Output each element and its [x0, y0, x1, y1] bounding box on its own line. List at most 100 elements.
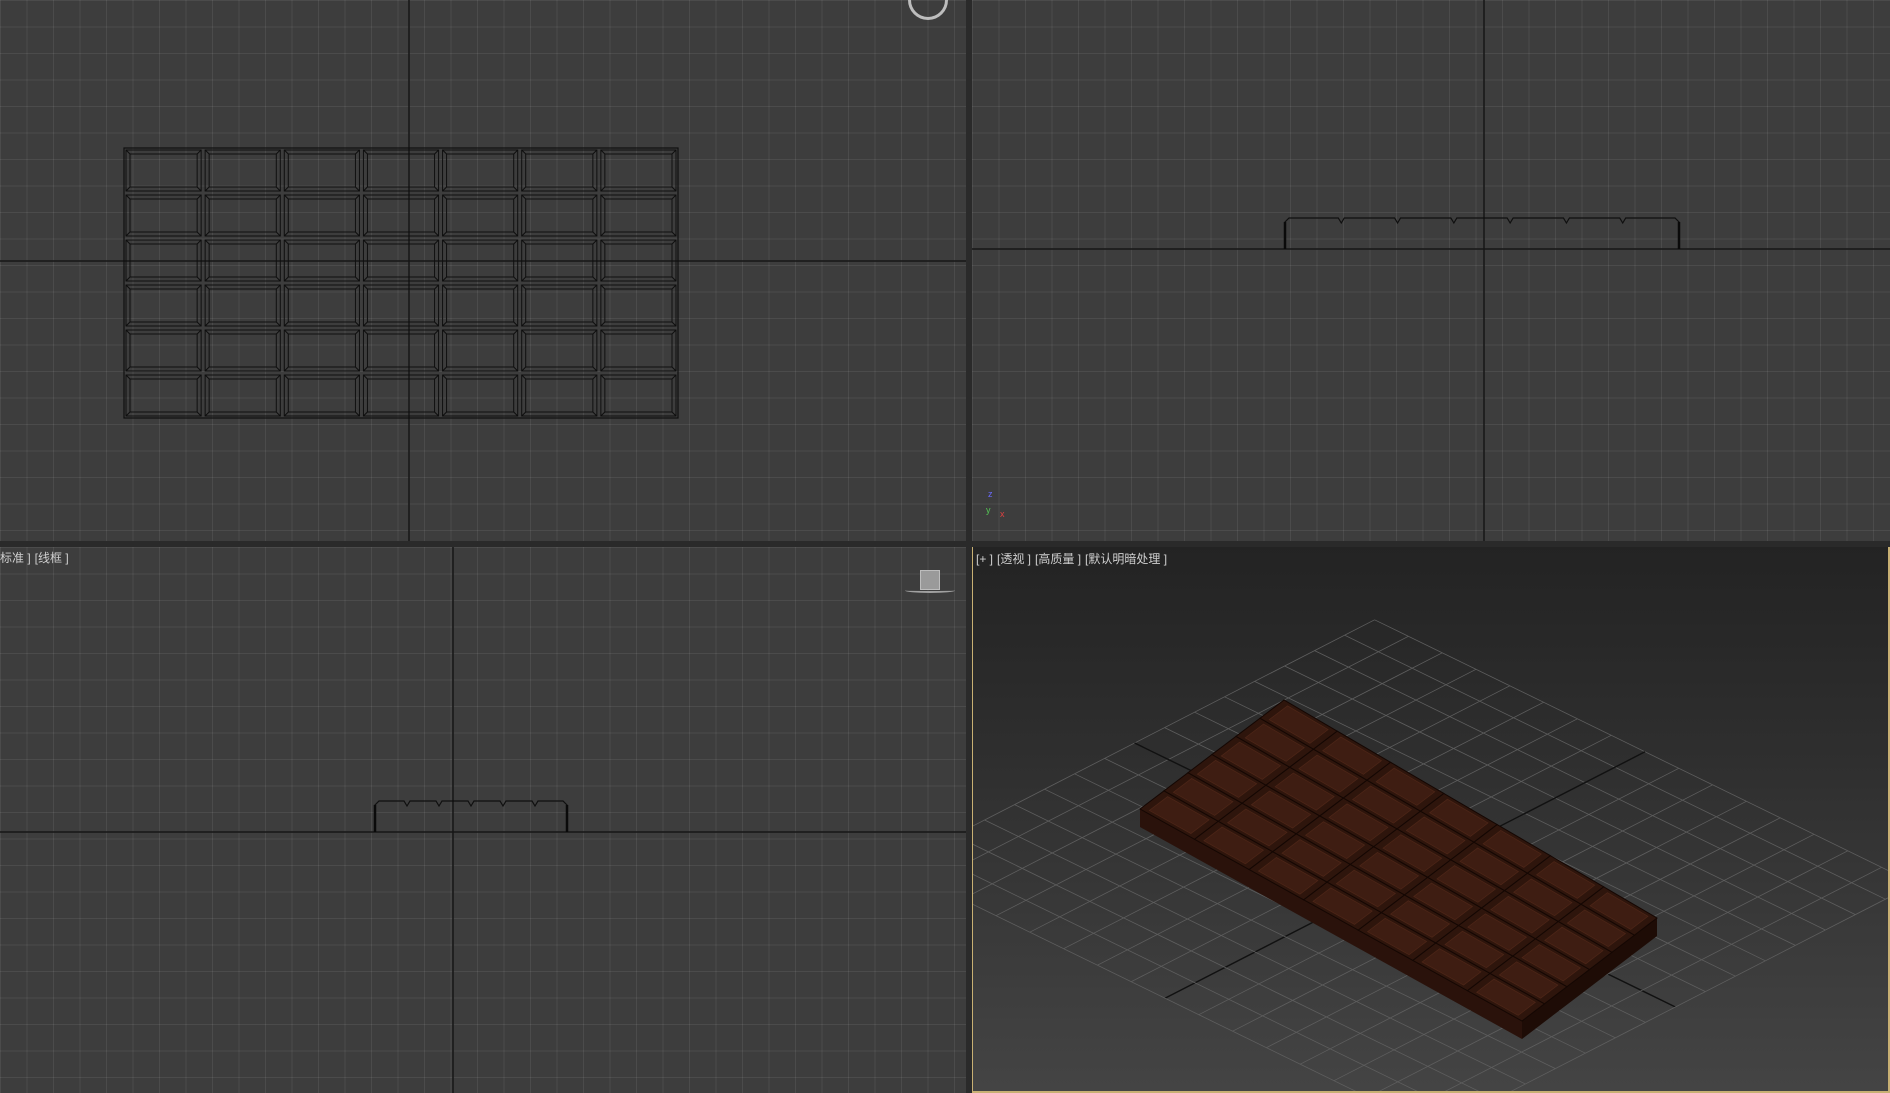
piece-top-face	[208, 288, 277, 323]
piece-top-face	[208, 333, 277, 368]
bevel-edge	[196, 276, 202, 282]
bevel-edge	[355, 284, 360, 290]
piece-top-face	[604, 288, 673, 323]
bevel-edge	[355, 411, 360, 417]
piece-bevel	[283, 149, 360, 192]
bevel-edge	[442, 186, 447, 192]
axis-gizmo-icon: z y x	[986, 489, 1010, 525]
bevel-edge	[363, 321, 368, 327]
bevel-edge	[592, 231, 598, 237]
bevel-edge	[442, 329, 447, 335]
bevel-edge	[521, 284, 527, 290]
bevel-edge	[283, 329, 289, 335]
bevel-edge	[521, 186, 527, 192]
bevel-edge	[592, 329, 598, 335]
front-view-canvas	[972, 0, 1890, 541]
piece-bevel	[521, 374, 598, 417]
bevel-edge	[196, 411, 202, 417]
bevel-edge	[513, 284, 519, 290]
piece-bevel	[204, 149, 281, 192]
bevel-edge	[283, 239, 289, 245]
bevel-edge	[355, 321, 360, 327]
bevel-edge	[283, 231, 289, 237]
bevel-edge	[283, 186, 289, 192]
bevel-edge	[521, 374, 527, 380]
bevel-edge	[196, 194, 202, 200]
bevel-edge	[592, 194, 598, 200]
bevel-edge	[204, 321, 210, 327]
piece-top-face	[525, 288, 594, 323]
bevel-edge	[671, 374, 677, 380]
piece-bevel	[600, 329, 677, 372]
piece-top-face	[525, 153, 594, 188]
bevel-edge	[513, 374, 519, 380]
bevel-edge	[442, 411, 447, 417]
viewport-front[interactable]: z y x	[972, 0, 1890, 541]
piece-bevel	[125, 194, 202, 237]
bevel-edge	[513, 149, 519, 155]
bevel-edge	[363, 329, 368, 335]
bevel-edge	[125, 186, 131, 192]
bevel-edge	[671, 149, 677, 155]
bevel-edge	[204, 149, 210, 155]
bar-profile-outline	[1284, 217, 1680, 249]
piece-bevel	[521, 329, 598, 372]
bevel-edge	[671, 186, 677, 192]
bevel-edge	[600, 231, 606, 237]
bevel-edge	[204, 276, 210, 282]
bevel-edge	[671, 194, 677, 200]
bevel-edge	[204, 231, 210, 237]
bevel-edge	[363, 231, 368, 237]
viewport-top[interactable]	[0, 0, 966, 541]
bevel-edge	[355, 149, 360, 155]
piece-top-face	[446, 198, 515, 233]
bevel-edge	[283, 411, 289, 417]
axis-z-label: z	[988, 489, 993, 499]
piece-top-face	[287, 288, 356, 323]
piece-bevel	[362, 374, 440, 417]
bevel-edge	[125, 411, 131, 417]
bevel-edge	[513, 276, 519, 282]
bevel-edge	[355, 276, 360, 282]
bevel-edge	[600, 239, 606, 245]
chocolate-bar-shaded	[1139, 699, 1658, 1039]
bevel-edge	[283, 321, 289, 327]
bevel-edge	[442, 366, 447, 372]
bevel-edge	[434, 239, 439, 245]
bevel-edge	[521, 366, 527, 372]
bevel-edge	[363, 194, 368, 200]
viewcube-icon[interactable]	[920, 570, 940, 590]
bevel-edge	[196, 186, 202, 192]
piece-bevel	[362, 284, 440, 327]
viewport-perspective[interactable]: [+ ] [透视 ] [高质量 ] [默认明暗处理 ]	[971, 543, 1890, 1093]
piece-top-face	[366, 198, 436, 233]
bevel-edge	[442, 374, 447, 380]
bevel-edge	[125, 239, 131, 245]
bevel-edge	[275, 231, 281, 237]
bevel-edge	[275, 186, 281, 192]
piece-top-face	[129, 378, 198, 413]
bevel-edge	[204, 194, 210, 200]
bevel-edge	[521, 329, 527, 335]
bevel-edge	[671, 231, 677, 237]
piece-bevel	[125, 284, 202, 327]
bevel-edge	[363, 186, 368, 192]
bevel-edge	[671, 329, 677, 335]
bevel-edge	[275, 284, 281, 290]
bevel-edge	[592, 284, 598, 290]
piece-top-face	[604, 378, 673, 413]
bevel-edge	[283, 194, 289, 200]
bevel-edge	[355, 231, 360, 237]
bevel-edge	[363, 276, 368, 282]
left-view-canvas	[0, 547, 966, 1093]
bevel-edge	[125, 374, 131, 380]
bevel-edge	[275, 329, 281, 335]
bevel-edge	[363, 374, 368, 380]
piece-bevel	[362, 329, 440, 372]
piece-top-face	[129, 288, 198, 323]
bevel-edge	[196, 366, 202, 372]
piece-top-face	[366, 153, 436, 188]
bevel-edge	[592, 239, 598, 245]
piece-bevel	[600, 149, 677, 192]
viewport-left[interactable]: 标准 ] [线框 ]	[0, 547, 966, 1093]
